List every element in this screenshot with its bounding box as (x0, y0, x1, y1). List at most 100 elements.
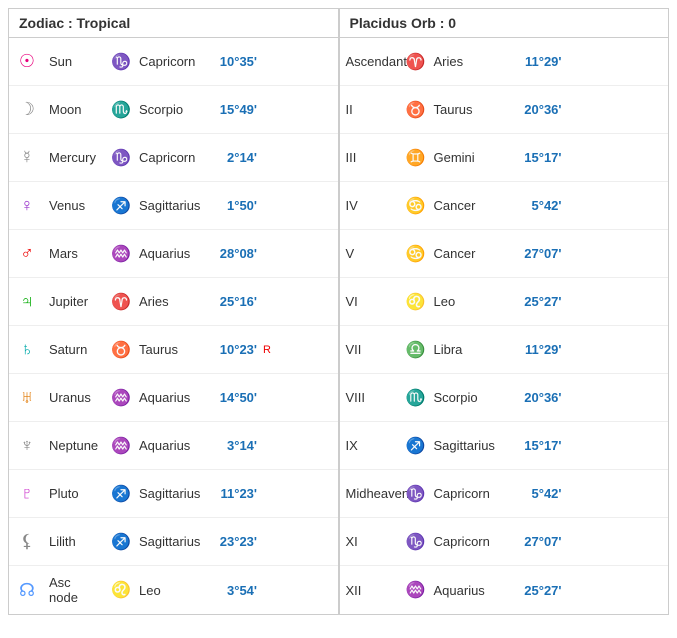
neptune-planet-name: Neptune (45, 436, 107, 455)
moon-sign-name: Scorpio (135, 100, 217, 119)
saturn-retrograde: R (263, 344, 279, 356)
ascnode-planet-name: Asc node (45, 573, 107, 607)
h5-house-name: V (340, 244, 402, 263)
planet-row-neptune: ♆ Neptune ♒ Aquarius 3°14' (9, 422, 338, 470)
house-row-h6: VI ♌ Leo 25°27' (340, 278, 669, 326)
planet-row-mercury: ☿ Mercury ♑ Capricorn 2°14' (9, 134, 338, 182)
main-content: ☉ Sun ♑ Capricorn 10°35' ☽ Moon ♏ Scorpi… (9, 38, 668, 614)
h12-house-name: XII (340, 581, 402, 600)
mercury-degree: 2°14' (217, 150, 263, 165)
jupiter-sign-name: Aries (135, 292, 217, 311)
h3-house-name: III (340, 148, 402, 167)
ascnode-sign-name: Leo (135, 581, 217, 600)
pluto-planet-icon: ♇ (9, 479, 45, 508)
h11-degree: 27°07' (518, 534, 568, 549)
house-row-h7: VII ♎ Libra 11°29' (340, 326, 669, 374)
h6-sign-icon: ♌ (402, 292, 430, 312)
planet-row-uranus: ♅ Uranus ♒ Aquarius 14°50' (9, 374, 338, 422)
mercury-sign-name: Capricorn (135, 148, 217, 167)
zodiac-header: Zodiac : Tropical (9, 9, 340, 37)
h3-sign-icon: ♊ (402, 148, 430, 168)
ascnode-sign-icon: ♌ (107, 580, 135, 600)
h4-sign-name: Cancer (430, 196, 518, 215)
venus-planet-icon: ♀ (9, 191, 45, 220)
planet-row-pluto: ♇ Pluto ♐ Sagittarius 11°23' (9, 470, 338, 518)
moon-sign-icon: ♏ (107, 100, 135, 120)
uranus-planet-icon: ♅ (9, 383, 45, 412)
h12-degree: 25°27' (518, 583, 568, 598)
planet-row-sun: ☉ Sun ♑ Capricorn 10°35' (9, 38, 338, 86)
house-row-h3: III ♊ Gemini 15°17' (340, 134, 669, 182)
uranus-planet-name: Uranus (45, 388, 107, 407)
pluto-planet-name: Pluto (45, 484, 107, 503)
h8-sign-icon: ♏ (402, 388, 430, 408)
jupiter-degree: 25°16' (217, 294, 263, 309)
mercury-planet-icon: ☿ (9, 143, 45, 172)
h3-sign-name: Gemini (430, 148, 518, 167)
sun-sign-icon: ♑ (107, 52, 135, 72)
planet-row-saturn: ♄ Saturn ♉ Taurus 10°23' R (9, 326, 338, 374)
neptune-sign-name: Aquarius (135, 436, 217, 455)
h7-sign-icon: ♎ (402, 340, 430, 360)
uranus-degree: 14°50' (217, 390, 263, 405)
h5-sign-name: Cancer (430, 244, 518, 263)
house-row-h5: V ♋ Cancer 27°07' (340, 230, 669, 278)
h2-house-name: II (340, 100, 402, 119)
mercury-sign-icon: ♑ (107, 148, 135, 168)
jupiter-planet-icon: ♃ (9, 287, 45, 316)
asc-degree: 11°29' (518, 54, 568, 69)
h4-sign-icon: ♋ (402, 196, 430, 216)
house-row-asc: Ascendant ♈ Aries 11°29' (340, 38, 669, 86)
h9-degree: 15°17' (518, 438, 568, 453)
h5-degree: 27°07' (518, 246, 568, 261)
sun-planet-name: Sun (45, 52, 107, 71)
h2-sign-name: Taurus (430, 100, 518, 119)
h5-sign-icon: ♋ (402, 244, 430, 264)
mars-sign-name: Aquarius (135, 244, 217, 263)
h7-degree: 11°29' (518, 342, 568, 357)
h7-house-name: VII (340, 340, 402, 359)
mars-planet-icon: ♂ (9, 239, 45, 268)
h6-degree: 25°27' (518, 294, 568, 309)
h12-sign-icon: ♒ (402, 580, 430, 600)
midheaven-sign-icon: ♑ (402, 484, 430, 504)
house-row-h8: VIII ♏ Scorpio 20°36' (340, 374, 669, 422)
planet-row-lilith: ⚸ Lilith ♐ Sagittarius 23°23' (9, 518, 338, 566)
mars-degree: 28°08' (217, 246, 263, 261)
mercury-planet-name: Mercury (45, 148, 107, 167)
planet-row-moon: ☽ Moon ♏ Scorpio 15°49' (9, 86, 338, 134)
sun-degree: 10°35' (217, 54, 263, 69)
mars-sign-icon: ♒ (107, 244, 135, 264)
planets-table: ☉ Sun ♑ Capricorn 10°35' ☽ Moon ♏ Scorpi… (9, 38, 340, 614)
lilith-degree: 23°23' (217, 534, 263, 549)
header-row: Zodiac : Tropical Placidus Orb : 0 (9, 9, 668, 38)
house-row-h9: IX ♐ Sagittarius 15°17' (340, 422, 669, 470)
house-row-h12: XII ♒ Aquarius 25°27' (340, 566, 669, 614)
h2-degree: 20°36' (518, 102, 568, 117)
asc-house-name: Ascendant (340, 52, 402, 71)
asc-sign-icon: ♈ (402, 52, 430, 72)
lilith-sign-name: Sagittarius (135, 532, 217, 551)
planet-row-mars: ♂ Mars ♒ Aquarius 28°08' (9, 230, 338, 278)
midheaven-house-name: Midheaven (340, 484, 402, 503)
h11-sign-icon: ♑ (402, 532, 430, 552)
astrology-table: Zodiac : Tropical Placidus Orb : 0 ☉ Sun… (8, 8, 669, 615)
h6-sign-name: Leo (430, 292, 518, 311)
lilith-planet-name: Lilith (45, 532, 107, 551)
moon-planet-name: Moon (45, 100, 107, 119)
venus-degree: 1°50' (217, 198, 263, 213)
h3-degree: 15°17' (518, 150, 568, 165)
pluto-degree: 11°23' (217, 486, 263, 501)
jupiter-sign-icon: ♈ (107, 292, 135, 312)
midheaven-degree: 5°42' (518, 486, 568, 501)
sun-planet-icon: ☉ (9, 47, 45, 76)
h11-sign-name: Capricorn (430, 532, 518, 551)
neptune-sign-icon: ♒ (107, 436, 135, 456)
ascnode-planet-icon: ☊ (9, 576, 45, 605)
moon-degree: 15°49' (217, 102, 263, 117)
moon-planet-icon: ☽ (9, 95, 45, 124)
house-row-h11: XI ♑ Capricorn 27°07' (340, 518, 669, 566)
venus-sign-name: Sagittarius (135, 196, 217, 215)
planet-row-venus: ♀ Venus ♐ Sagittarius 1°50' (9, 182, 338, 230)
saturn-sign-name: Taurus (135, 340, 217, 359)
